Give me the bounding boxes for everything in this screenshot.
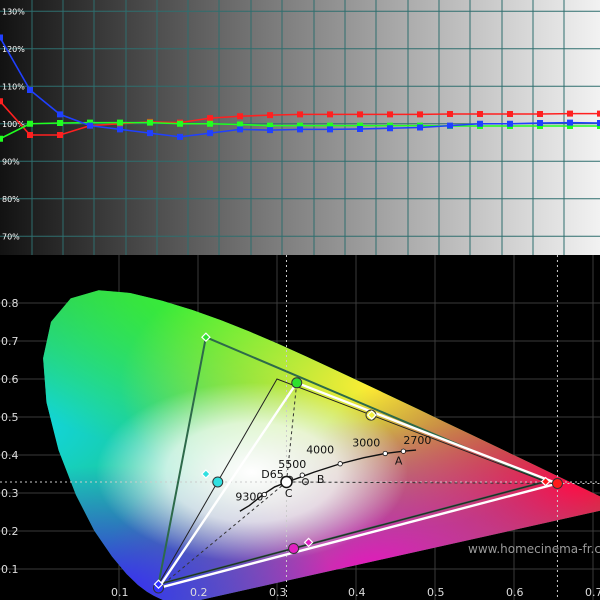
rgb-series-point [537,120,543,126]
cct-label: B [317,473,325,486]
rgb-series-point [177,120,183,127]
cyan-measured-point [212,476,224,488]
cie-y-tick-label: 0.7 [1,335,19,348]
rgb-series-point [417,111,423,118]
cie-y-tick-label: 0.8 [1,297,19,310]
rgb-series-point [357,126,363,132]
rgb-series-point [87,122,93,129]
cct-label: 4000 [306,444,334,457]
cie-x-tick-label: 0.3 [269,586,287,599]
cct-label: 5500 [278,458,306,471]
cie-y-tick-label: 0.4 [1,449,19,462]
rgb-series-point [417,124,423,131]
cie-y-tick-label: 0.5 [1,411,19,424]
rgb-series-point [147,119,153,126]
rgb-series-point [0,98,3,105]
rgb-series-point [207,120,213,127]
cie-y-tick-label: 0.1 [1,563,19,576]
rgb-series-point [57,120,63,126]
rgb-series-point [177,133,183,140]
rgb-series-point [477,111,483,117]
rgb-series-point [267,127,273,134]
green-measured-point [291,377,303,389]
rgb-y-tick-label: 130% [2,7,25,16]
cct-marker [261,491,267,498]
rgb-series-point [0,34,3,41]
rgb-series-point [357,111,363,118]
rgb-series-point [387,111,393,118]
magenta-measured-point [288,542,300,554]
cct-label: A [395,454,403,467]
watermark: www.homecinema-fr.com [468,542,600,556]
cie-x-tick-label: 0.5 [427,586,445,599]
cct-marker [299,472,305,478]
rgb-series-point [567,119,573,126]
cie-x-tick-label: 0.4 [348,586,366,599]
rgb-series-point [387,125,393,132]
cct-marker [382,450,388,457]
rgb-series-point [147,130,153,137]
rgb-series-point [507,111,513,117]
cie-y-tick-label: 0.6 [1,373,19,386]
rgb-series-point [267,112,273,119]
cie-y-tick-label: 0.2 [1,525,19,538]
rgb-series-point [57,111,63,118]
rgb-y-tick-label: 110% [2,82,25,91]
rgb-series-point [537,111,543,117]
rgb-series-point [447,122,453,129]
rgb-balance-chart: 70% 80% 90% 100% 110% 120% 130% [0,0,600,255]
cie-y-tick-label: 0.3 [1,487,19,500]
cie-gamut-chart: 9300 D65 5500 4000 3000 2700 A B C 0.1 0.2 0.3 0.4 0… [0,255,600,600]
red-measured-point [551,478,563,489]
cct-label: 9300 [235,491,263,504]
rgb-y-tick-label: 70% [2,232,20,241]
white-point-marker [280,475,293,489]
rgb-series-point [567,110,573,117]
cie-x-tick-label: 0.7 [585,586,600,599]
rgb-series-point [57,132,63,138]
cie-x-tick-label: 0.6 [506,586,524,599]
rgb-series-point [0,135,3,142]
cct-label: 3000 [352,436,380,449]
cct-marker [337,461,343,467]
rgb-series-point [237,113,243,120]
rgb-series-point [237,126,243,133]
cct-marker [400,448,406,454]
rgb-series-point [297,111,303,118]
rgb-series-point [117,119,123,126]
rgb-series-point [507,120,513,127]
cie-x-tick-label: 0.2 [190,586,208,599]
rgb-series-point [117,126,123,133]
rgb-series-point [27,120,33,127]
rgb-series-point [27,87,33,93]
cct-label: C [285,487,293,500]
rgb-series-point [327,126,333,133]
rgb-series-point [447,111,453,117]
rgb-series-point [297,126,303,133]
rgb-series-point [27,132,33,138]
rgb-series-point [207,115,213,122]
cct-label: 2700 [403,434,431,447]
rgb-y-tick-label: 90% [2,157,20,166]
rgb-y-tick-label: 80% [2,195,20,204]
rgb-series-point [477,120,483,127]
rgb-series-point [207,130,213,137]
rgb-series-point [327,111,333,118]
cie-x-tick-label: 0.1 [111,586,129,599]
